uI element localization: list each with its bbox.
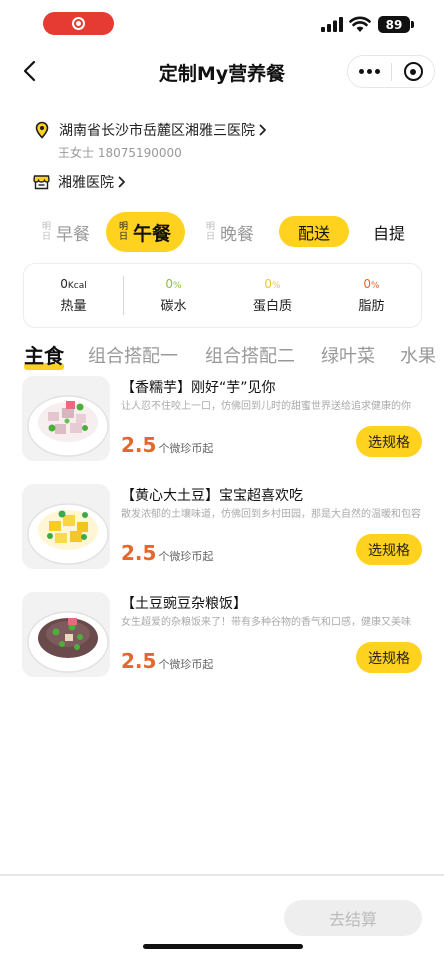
nutrition-protein: 0% 蛋白质 (223, 264, 322, 327)
more-dot-icon (359, 69, 364, 74)
mini-program-capsule (347, 55, 435, 88)
nav-bar: 定制My营养餐 (0, 46, 444, 98)
price-value: 2.5 (121, 541, 157, 565)
more-dot-icon (367, 69, 372, 74)
nutrition-label: 热量 (60, 299, 87, 314)
battery-icon: 89 (378, 16, 410, 33)
meal-tab-breakfast[interactable]: 明日 早餐 (42, 212, 90, 252)
product-item[interactable]: 【香糯芋】刚好“芋”见你 让人忍不住咬上一口，仿佛回到儿时的甜蜜世界送给追求健康… (0, 376, 444, 471)
target-icon (403, 62, 423, 81)
checkout-button[interactable]: 去结算 (284, 900, 422, 936)
nutrition-value: 0% (165, 277, 181, 291)
tab-combo-one[interactable]: 组合搭配一 (88, 342, 178, 368)
tab-combo-two[interactable]: 组合搭配二 (205, 342, 295, 368)
nutrition-value: 0% (363, 277, 379, 291)
nutrition-carbs: 0% 碳水 (124, 264, 223, 327)
nutrition-value: 0Kcal (60, 277, 87, 291)
product-price: 2.5 个微珍币起 (121, 541, 213, 565)
product-name: 【黄心大土豆】宝宝超喜欢吃 (121, 488, 303, 504)
pickup-button[interactable]: 自提 (362, 216, 416, 247)
status-bar: 89 (0, 0, 444, 46)
value-number: 0 (363, 277, 372, 291)
nutrition-fat: 0% 脂肪 (322, 264, 421, 327)
select-spec-button[interactable]: 选规格 (356, 534, 422, 565)
value-unit: Kcal (67, 281, 87, 291)
battery-tip (411, 21, 414, 28)
price-value: 2.5 (121, 433, 157, 457)
product-price: 2.5 个微珍币起 (121, 433, 213, 457)
product-image (22, 592, 110, 677)
nutrition-summary: 0Kcal 热量 0% 碳水 0% 蛋白质 0% 脂肪 (23, 263, 422, 328)
hospital-name: 湘雅医院 (58, 175, 114, 191)
screen-record-indicator[interactable] (43, 12, 114, 35)
product-description: 让人忍不住咬上一口，仿佛回到儿时的甜蜜世界送给追求健康的你 (121, 401, 411, 412)
tab-fruit[interactable]: 水果 (400, 342, 436, 368)
product-name: 【土豆豌豆杂粮饭】 (121, 596, 247, 612)
product-image (22, 484, 110, 569)
nutrition-label: 碳水 (160, 299, 187, 314)
select-spec-button[interactable]: 选规格 (356, 642, 422, 673)
value-unit: % (272, 281, 281, 291)
price-unit: 个微珍币起 (158, 442, 214, 455)
meal-tab-lunch[interactable]: 明日 午餐 (106, 212, 186, 252)
cellular-signal-icon (321, 17, 343, 32)
nutrition-label: 蛋白质 (252, 299, 292, 314)
meal-tab-label: 晚餐 (220, 224, 254, 245)
value-unit: % (173, 281, 182, 291)
chevron-right-icon (259, 124, 266, 136)
product-description: 女生超爱的杂粮饭来了！带有多种谷物的香气和口感，健康又美味 (121, 617, 411, 628)
category-tabs: 主食 组合搭配一 组合搭配二 绿叶菜 水果 (0, 340, 444, 374)
chevron-right-icon (118, 176, 125, 188)
wifi-icon (349, 16, 371, 32)
nutrition-calories: 0Kcal 热量 (24, 264, 123, 327)
select-spec-button[interactable]: 选规格 (356, 426, 422, 457)
meal-tab-label: 早餐 (56, 224, 90, 245)
price-unit: 个微珍币起 (158, 658, 214, 671)
battery-level: 89 (385, 17, 403, 32)
home-indicator[interactable] (143, 944, 303, 949)
nutrition-value: 0% (264, 277, 280, 291)
meal-selector: 明日 早餐 明日 午餐 明日 晚餐 配送 自提 (0, 212, 444, 252)
price-value: 2.5 (121, 649, 157, 673)
close-mini-program-button[interactable] (392, 56, 434, 87)
product-name: 【香糯芋】刚好“芋”见你 (121, 380, 276, 396)
value-number: 0 (165, 277, 174, 291)
product-image (22, 376, 110, 461)
contact-info: 王女士 18075190000 (58, 146, 182, 160)
meal-tab-label: 午餐 (133, 222, 172, 245)
product-description: 散发浓郁的土壤味道，仿佛回到乡村田园，那是大自然的温暖和包容 (121, 509, 421, 520)
tomorrow-tag: 明日 (206, 222, 216, 242)
value-number: 0 (264, 277, 273, 291)
nutrition-label: 脂肪 (358, 299, 385, 314)
record-icon (72, 17, 85, 30)
store-icon (33, 175, 50, 190)
bottom-bar-divider (0, 874, 444, 876)
value-number: 0 (60, 277, 68, 291)
more-button[interactable] (348, 56, 391, 87)
delivery-address[interactable]: 湖南省长沙市岳麓区湘雅三医院 (34, 120, 267, 140)
value-unit: % (371, 281, 380, 291)
tab-staple[interactable]: 主食 (24, 340, 64, 369)
product-item[interactable]: 【土豆豌豆杂粮饭】 女生超爱的杂粮饭来了！带有多种谷物的香气和口感，健康又美味 … (0, 592, 444, 687)
tomorrow-tag: 明日 (42, 222, 52, 242)
location-pin-icon (35, 121, 49, 139)
address-text: 湖南省长沙市岳麓区湘雅三医院 (59, 123, 255, 139)
delivery-button[interactable]: 配送 (279, 216, 349, 247)
more-dot-icon (375, 69, 380, 74)
product-price: 2.5 个微珍币起 (121, 649, 213, 673)
hospital-selector[interactable]: 湘雅医院 (33, 172, 126, 192)
product-item[interactable]: 【黄心大土豆】宝宝超喜欢吃 散发浓郁的土壤味道，仿佛回到乡村田园，那是大自然的温… (0, 484, 444, 579)
tab-greens[interactable]: 绿叶菜 (321, 342, 375, 368)
price-unit: 个微珍币起 (158, 550, 214, 563)
tomorrow-tag: 明日 (119, 222, 129, 242)
meal-tab-dinner[interactable]: 明日 晚餐 (206, 212, 254, 252)
